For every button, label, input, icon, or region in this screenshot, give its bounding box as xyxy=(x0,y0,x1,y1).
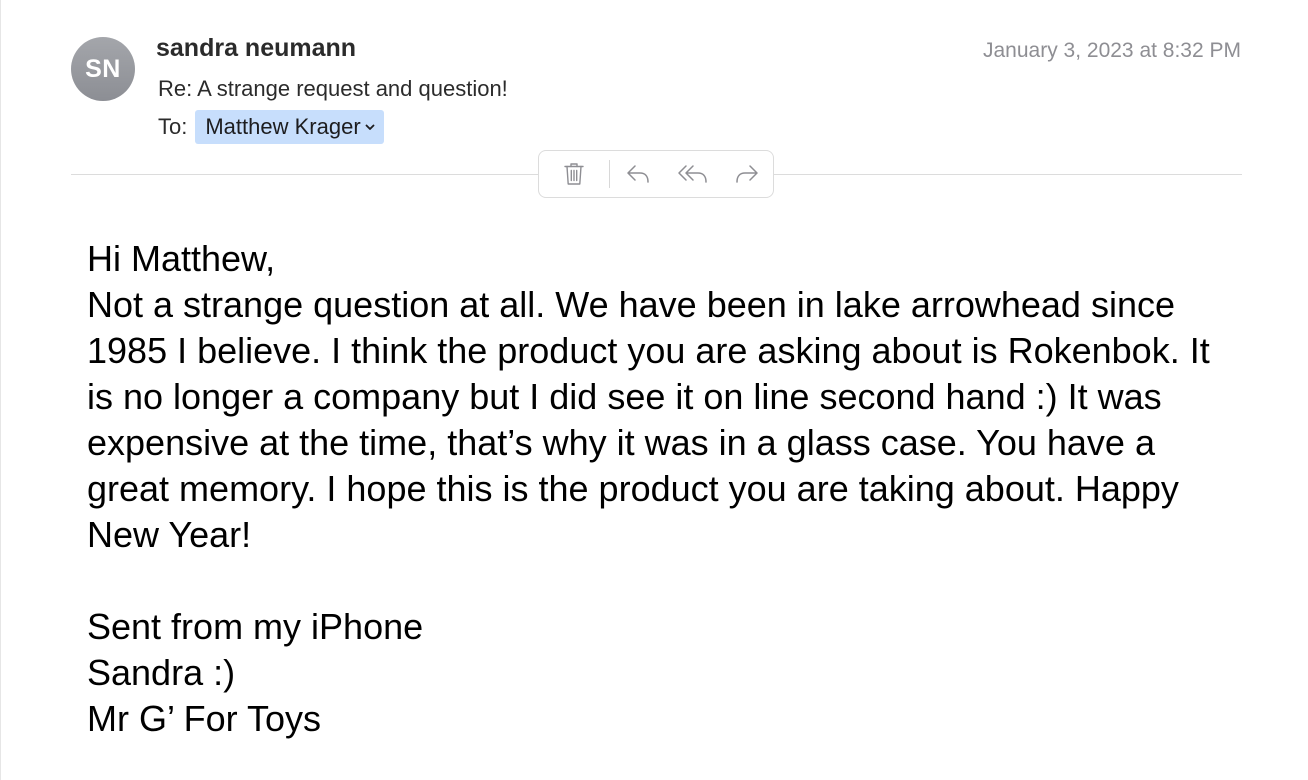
forward-button[interactable] xyxy=(721,151,773,197)
body-greeting: Hi Matthew, xyxy=(87,238,276,279)
message-body: Hi Matthew, Not a strange question at al… xyxy=(87,236,1227,742)
signature-line: Sandra :) xyxy=(87,652,236,693)
message-action-toolbar xyxy=(538,150,774,198)
body-paragraph: Not a strange question at all. We have b… xyxy=(87,284,1210,555)
signature-line: Sent from my iPhone xyxy=(87,606,424,647)
chevron-down-icon xyxy=(365,124,375,130)
reply-button[interactable] xyxy=(610,151,666,197)
to-label: To: xyxy=(158,114,188,139)
reply-all-button[interactable] xyxy=(665,151,721,197)
recipients-row: To: Matthew Krager xyxy=(158,110,384,144)
reply-all-icon xyxy=(678,165,708,183)
mail-message-window: SN sandra neumann January 3, 2023 at 8:3… xyxy=(0,0,1308,780)
signature-line: Mr G’ For Toys xyxy=(87,698,322,739)
trash-icon xyxy=(564,163,584,185)
message-subject: Re: A strange request and question! xyxy=(158,76,508,101)
sender-avatar: SN xyxy=(71,37,135,101)
forward-icon xyxy=(736,165,758,183)
message-date: January 3, 2023 at 8:32 PM xyxy=(983,39,1241,62)
recipient-token[interactable]: Matthew Krager xyxy=(195,110,384,144)
reply-icon xyxy=(626,165,649,183)
sender-name[interactable]: sandra neumann xyxy=(156,34,356,63)
avatar-initials: SN xyxy=(85,54,121,83)
delete-button[interactable] xyxy=(539,151,609,197)
recipient-name: Matthew Krager xyxy=(205,114,361,139)
